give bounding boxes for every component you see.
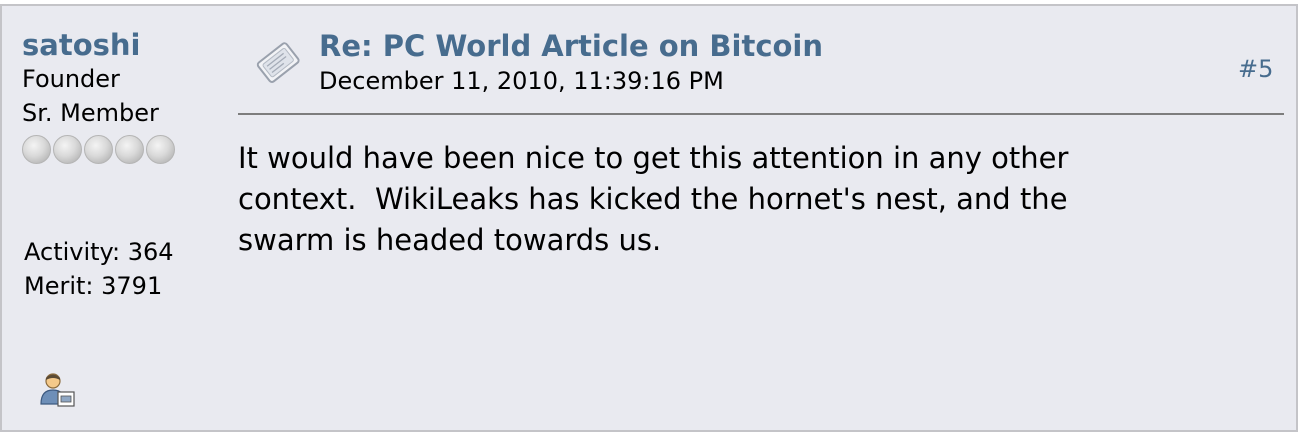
- view-profile-icon[interactable]: [38, 370, 78, 410]
- poster-merit: Merit: 3791: [24, 272, 163, 300]
- rank-stars: [22, 134, 217, 164]
- poster-activity: Activity: 364: [24, 238, 174, 266]
- poster-info: satoshi Founder Sr. Member: [22, 28, 217, 164]
- poster-stats: Activity: 364 Merit: 3791: [24, 235, 174, 303]
- poster-rank: Sr. Member: [22, 99, 159, 127]
- post-date: December 11, 2010, 11:39:16 PM: [319, 67, 724, 95]
- post-message-icon: [250, 38, 308, 86]
- rank-star-icon: [22, 134, 51, 164]
- rank-star-icon: [53, 134, 82, 164]
- poster-name-link[interactable]: satoshi: [22, 28, 217, 62]
- rank-star-icon: [115, 134, 144, 164]
- rank-star-icon: [84, 134, 113, 164]
- poster-title: Founder: [22, 65, 120, 93]
- rank-star-icon: [146, 134, 175, 164]
- post-body: It would have been nice to get this atte…: [238, 141, 1069, 257]
- post-number-link[interactable]: #5: [1238, 52, 1273, 86]
- header-divider: [238, 113, 1284, 115]
- post-subject-link[interactable]: Re: PC World Article on Bitcoin: [319, 27, 823, 65]
